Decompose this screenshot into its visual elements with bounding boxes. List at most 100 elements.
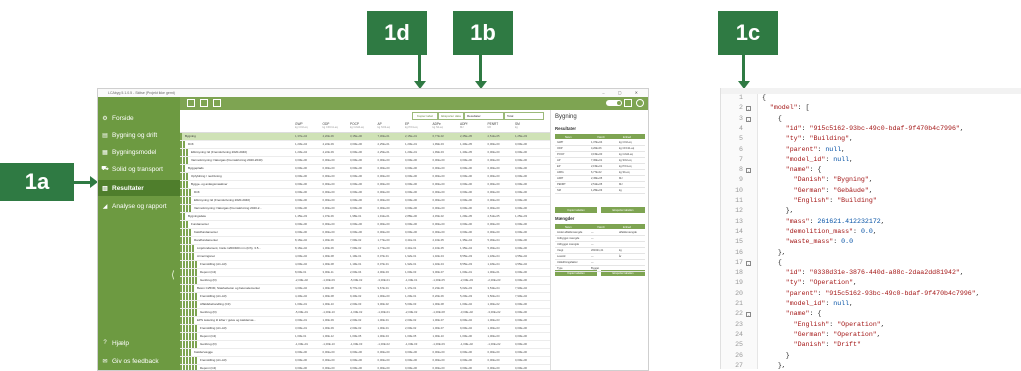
code-line[interactable]: "English": "Operation", (762, 321, 885, 328)
fold-toggle-icon[interactable]: - (746, 116, 751, 122)
fold-toggle-icon[interactable]: - (746, 106, 751, 112)
cell-value: 4,00E+02 (295, 286, 308, 290)
sidebar-item-resultater[interactable]: ▥ Resultater (98, 180, 180, 196)
code-line[interactable]: "name": { (762, 166, 822, 173)
table-row[interactable]: Elforsyning: El (Fremskrivning 2020-2040… (180, 149, 550, 157)
amounts-section-title: Mængder (555, 216, 575, 221)
table-row[interactable]: Deponi (C4) 8,00E-01 3,00E-11 2,00E-04 4,00E… (180, 269, 550, 277)
table-row[interactable]: Randfundamenter 8,16E+02 1,30E-06 7,09E-02 1… (180, 237, 550, 245)
table-row[interactable]: Fremstilling (A1-A3) 4,00E+02 1,00E-08 1,19… (180, 261, 550, 269)
table-row[interactable]: Opfyldning / nedrivning 0,00E+00 0,00E+00 0… (180, 173, 550, 181)
column-header-adpe[interactable]: ADPe kg Sb-eq (433, 122, 443, 130)
table-row[interactable]: Genbrug (D) -1,00E+01 -1,00E-10 -1,00E-03 -1… (180, 341, 550, 349)
copy-table-button[interactable]: Kopier tabel (412, 112, 438, 120)
code-line[interactable]: "id": "0338d31e-3876-440d-a88c-2daa2dd81… (762, 269, 964, 276)
table-row[interactable]: Fremstilling (A1-A3) 4,40E+02 1,00E-08 9,40… (180, 293, 550, 301)
sidebar-item-bygningsmodel[interactable]: ▦ Bygningsmodel (98, 144, 180, 160)
code-line[interactable]: { (762, 115, 782, 122)
code-line[interactable]: "model_id": null, (762, 300, 853, 307)
cell-value: 0,00E+00 (432, 230, 445, 234)
fold-toggle-icon[interactable]: - (746, 312, 751, 318)
code-line[interactable]: "parent": null, (762, 146, 845, 153)
export-results-button[interactable]: Eksporter tabellen (601, 207, 645, 213)
code-line[interactable]: "English": "Building" (762, 197, 877, 204)
code-line[interactable]: "Danish": "Drift" (762, 341, 861, 348)
table-row[interactable]: Byggeplads 0,00E+00 0,00E+00 0,00E+00 0,00E+… (180, 165, 550, 173)
table-row[interactable]: Drift 0,00E+00 0,00E+00 0,00E+00 0,00E+00 0,0… (180, 189, 550, 197)
table-row[interactable]: Varmeforsyning: Naturgas (Fremskrivning … (180, 157, 550, 165)
table-row[interactable]: Linjefundament, Insitu 1200/400 mm (b/h)… (180, 245, 550, 253)
table-row[interactable]: Drift 1,23E+04 4,22E-09 3,00E+00 2,25E+01 1,2… (180, 141, 550, 149)
code-line[interactable]: }, (762, 362, 786, 369)
code-line[interactable]: }, (762, 249, 786, 256)
table-row[interactable]: Fremstilling (A1-A3) 0,00E+00 0,00E+00 0,00… (180, 357, 550, 365)
code-line[interactable]: "parent": "915c5162-93bc-49c0-bdaf-9f470… (762, 290, 980, 297)
copy-results-button[interactable]: Kopier tabellen (555, 207, 597, 213)
table-row[interactable]: Bygge- og anlægsmaskiner 0,00E+00 0,00E+00… (180, 181, 550, 189)
table-row[interactable]: Bygningsdele 1,45E+03 1,07E-06 1,98E-01 1,91… (180, 213, 550, 221)
table-row[interactable]: Armeringsnet 4,00E+02 1,00E-08 1,19E-01 6,07… (180, 253, 550, 261)
column-header-gwp[interactable]: GWP kg CO2-eq (295, 122, 308, 130)
table-row[interactable]: Elforsyning: El (Fremskrivning 2020-2040… (180, 197, 550, 205)
table-row[interactable]: Affaldsbehandling (C3) 1,00E+01 1,00E-10 2,… (180, 301, 550, 309)
code-line[interactable]: "German": "Gebäude", (762, 187, 873, 194)
table-row[interactable]: Genbrug (D) -2,00E+02 -1,00E-09 -5,00E-02 -3… (180, 277, 550, 285)
collapse-sidebar-icon[interactable]: ⟨ (171, 270, 175, 281)
cell-value: 0,00E+00 (295, 358, 308, 362)
table-row[interactable]: Deponi (C4) 1,00E-01 1,00E-12 1,00E-05 1,00E… (180, 333, 550, 341)
column-header-penrt[interactable]: PENRT MJ (488, 122, 499, 130)
result-type-select[interactable]: Resultater (464, 112, 504, 120)
code-line[interactable]: "id": "915c5162-93bc-49c0-bdaf-9f470b4c7… (762, 125, 964, 132)
layout-icon[interactable] (624, 99, 632, 107)
code-line[interactable]: }, (762, 207, 794, 214)
table-row[interactable]: Kældfundamenter 0,00E+00 0,00E+00 0,00E+00 0… (180, 229, 550, 237)
cell-value: 1,37E+04 (295, 134, 308, 138)
save-icon[interactable] (213, 99, 221, 107)
fold-toggle-icon[interactable]: - (746, 168, 751, 174)
open-folder-icon[interactable] (200, 99, 208, 107)
code-line[interactable]: "Danish": "Bygning", (762, 176, 873, 183)
column-header-pocp[interactable]: POCP kg C2H4-eq (350, 122, 364, 130)
cell-value: 0,00E+00 (350, 190, 363, 194)
sidebar-item-bygning-og-drift[interactable]: ▤ Bygning og drift (98, 127, 180, 143)
code-line[interactable]: "German": "Operation", (762, 331, 881, 338)
aggregation-select[interactable]: Total (504, 112, 544, 120)
column-header-ap[interactable]: AP kg SO2-eq (378, 122, 390, 130)
power-icon[interactable] (636, 99, 644, 107)
sidebar-item-forside[interactable]: ⚙ Forside (98, 110, 180, 126)
code-line[interactable]: { (762, 94, 766, 101)
table-row[interactable]: Bygning 1,37E+04 4,20E-06 3,15E+00 7,30E+01 2… (180, 133, 550, 141)
table-row[interactable]: Varmeforsyning: Naturgas (Fremskrivning … (180, 205, 550, 213)
code-line[interactable]: "mass": 261621.412232172, (762, 218, 885, 225)
code-line[interactable]: "waste_mass": 0.0 (762, 238, 853, 245)
code-line[interactable]: "name": { (762, 310, 822, 317)
table-row[interactable]: Genbrug (D) -5,00E+01 -1,00E-10 -1,00E-02 -1… (180, 309, 550, 317)
code-line[interactable]: "ty": "Building", (762, 135, 853, 142)
column-header-odp[interactable]: ODP kg CFC11-eq (323, 122, 338, 130)
sidebar-item-analyse-og-rapport[interactable]: ◢ Analyse og rapport (98, 198, 180, 214)
code-line[interactable]: "model_id": null, (762, 156, 853, 163)
fold-toggle-icon[interactable]: - (746, 260, 751, 266)
sidebar-item-hj-lp[interactable]: ? Hjælp (98, 335, 180, 351)
code-line[interactable]: { (762, 259, 782, 266)
table-row[interactable]: EPS isolering til lofter / gulve og kæld… (180, 317, 550, 325)
code-line[interactable]: "demolition_mass": 0.0, (762, 228, 877, 235)
window-controls[interactable]: – ▢ ✕ (602, 90, 644, 95)
table-row[interactable]: Beton C25/30, Stærkebeton og betonelemen… (180, 285, 550, 293)
export-data-button[interactable]: Eksporter data (438, 112, 464, 120)
code-line[interactable]: "model": [ (762, 104, 810, 111)
column-header-sm[interactable]: SM kg (515, 122, 520, 130)
table-row[interactable]: Fremstilling (A1-A3) 3,00E+01 1,00E-09 2,00… (180, 325, 550, 333)
column-header-adpf[interactable]: ADPf MJ (460, 122, 467, 130)
sidebar-item-solid-og-transport[interactable]: ⛟ Solid og transport (98, 161, 180, 177)
table-row[interactable]: Kældervægge 0,00E+00 0,00E+00 0,00E+00 0,00E… (180, 349, 550, 357)
table-row[interactable]: Fundamenter 0,00E+00 0,00E+00 0,00E+00 0,00E… (180, 221, 550, 229)
column-header-ep[interactable]: EP kg PO4-eq (405, 122, 417, 130)
code-line[interactable]: "ty": "Operation", (762, 279, 857, 286)
view-toggle[interactable] (606, 100, 622, 106)
code-line[interactable]: } (762, 352, 790, 359)
cell-value: 2,16E-05 (432, 246, 444, 250)
sidebar-item-giv-os-feedback[interactable]: ✉ Giv os feedback (98, 353, 180, 369)
table-row[interactable]: Deponi (C4) 0,00E+00 0,00E+00 0,00E+00 0,00E… (180, 365, 550, 370)
new-file-icon[interactable] (187, 99, 195, 107)
